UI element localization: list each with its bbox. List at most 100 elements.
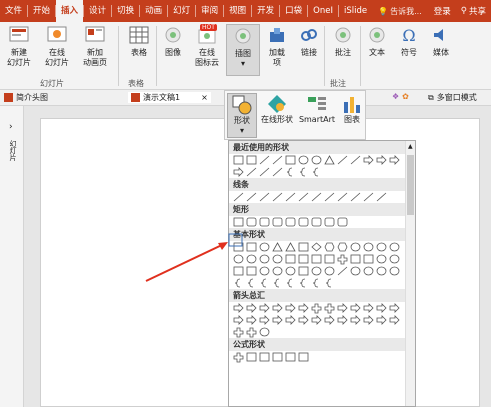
ribbon-tab-0[interactable]: 文件 — [0, 0, 27, 22]
shape-thumbnail[interactable] — [246, 192, 257, 202]
scroll-up-icon[interactable]: ▲ — [408, 143, 413, 150]
shape-thumbnail[interactable] — [246, 167, 257, 177]
shape-thumbnail[interactable] — [233, 266, 244, 276]
shape-thumbnail[interactable] — [298, 242, 309, 252]
shape-thumbnail[interactable] — [389, 242, 400, 252]
shape-thumbnail[interactable] — [325, 278, 332, 288]
shape-thumbnail[interactable] — [324, 266, 335, 276]
comment-button[interactable]: 批注 — [326, 24, 360, 58]
shape-thumbnail[interactable] — [233, 327, 244, 338]
shape-thumbnail[interactable] — [337, 303, 348, 313]
shape-thumbnail[interactable] — [259, 167, 270, 177]
shape-thumbnail[interactable] — [233, 303, 244, 313]
shape-thumbnail[interactable] — [246, 242, 257, 252]
shape-thumbnail[interactable] — [311, 155, 322, 165]
shape-thumbnail[interactable] — [233, 242, 244, 252]
shape-thumbnail[interactable] — [298, 254, 309, 264]
shape-thumbnail[interactable] — [324, 217, 335, 227]
online-slide-button[interactable]: 在线 幻灯片 — [40, 24, 74, 68]
shape-thumbnail[interactable] — [272, 303, 283, 313]
shape-thumbnail[interactable] — [246, 254, 257, 264]
doc-tab-2[interactable]: 演示文稿1 × — [128, 92, 211, 103]
shape-thumbnail[interactable] — [324, 192, 335, 202]
shape-thumbnail[interactable] — [272, 217, 283, 227]
shape-thumbnail[interactable] — [324, 242, 335, 252]
ribbon-tab-6[interactable]: 幻灯 — [168, 0, 195, 22]
shape-thumbnail[interactable] — [350, 254, 361, 264]
ribbon-tab-12[interactable]: iSlide — [339, 0, 372, 22]
shape-thumbnail[interactable] — [363, 315, 374, 325]
image-button[interactable]: 图像 — [156, 24, 190, 58]
shape-thumbnail[interactable] — [259, 192, 270, 202]
shape-thumbnail[interactable] — [376, 315, 387, 325]
shape-thumbnail[interactable] — [337, 254, 348, 265]
shape-thumbnail[interactable] — [285, 266, 296, 276]
ribbon-tab-11[interactable]: OneI — [308, 0, 338, 22]
shape-thumbnail[interactable] — [233, 254, 244, 264]
shapes-button[interactable]: 形状 ▾ — [227, 93, 257, 138]
shape-thumbnail[interactable] — [311, 266, 322, 276]
shape-thumbnail[interactable] — [233, 192, 244, 202]
shape-thumbnail[interactable] — [234, 278, 241, 288]
shape-thumbnail[interactable] — [259, 155, 270, 165]
shape-thumbnail[interactable] — [272, 315, 283, 325]
new-slide-button[interactable]: 新建 幻灯片 — [2, 24, 36, 68]
shape-thumbnail[interactable] — [376, 192, 387, 202]
shape-thumbnail[interactable] — [285, 217, 296, 227]
shape-thumbnail[interactable] — [299, 278, 306, 288]
shape-thumbnail[interactable] — [350, 155, 361, 165]
shape-thumbnail[interactable] — [311, 303, 322, 314]
ribbon-tab-8[interactable]: 视图 — [224, 0, 251, 22]
shape-thumbnail[interactable] — [337, 266, 348, 276]
online-shapes-button[interactable]: 在线形状 — [259, 93, 295, 125]
shape-thumbnail[interactable] — [246, 327, 257, 338]
shape-thumbnail[interactable] — [324, 303, 335, 314]
shape-thumbnail[interactable] — [272, 266, 283, 276]
shape-thumbnail[interactable] — [389, 266, 400, 276]
shape-thumbnail[interactable] — [350, 315, 361, 325]
shape-thumbnail[interactable] — [363, 266, 374, 276]
shape-thumbnail[interactable] — [337, 242, 348, 252]
shape-thumbnail[interactable] — [285, 242, 296, 252]
shape-thumbnail[interactable] — [233, 217, 244, 227]
shape-thumbnail[interactable] — [298, 266, 309, 276]
scroll-thumb[interactable] — [407, 155, 414, 215]
shape-thumbnail[interactable] — [311, 192, 322, 202]
shape-thumbnail[interactable] — [312, 167, 319, 177]
text-button[interactable]: 文本 — [360, 24, 394, 58]
links-button[interactable]: 链接 — [292, 24, 326, 58]
shape-thumbnail[interactable] — [286, 167, 293, 177]
shape-thumbnail[interactable] — [350, 192, 361, 202]
shape-thumbnail[interactable] — [324, 315, 335, 325]
shape-thumbnail[interactable] — [337, 315, 348, 325]
shape-thumbnail[interactable] — [233, 352, 244, 363]
shape-thumbnail[interactable] — [285, 352, 296, 362]
shape-thumbnail[interactable] — [311, 254, 322, 264]
chart-button[interactable]: 图表 — [339, 93, 365, 125]
shape-thumbnail[interactable] — [311, 242, 322, 252]
smartart-button[interactable]: SmartArt — [297, 93, 337, 125]
shape-thumbnail[interactable] — [246, 155, 257, 165]
shape-thumbnail[interactable] — [376, 266, 387, 276]
shape-thumbnail[interactable] — [298, 352, 309, 362]
shape-thumbnail[interactable] — [324, 155, 335, 165]
shape-thumbnail[interactable] — [389, 303, 400, 313]
shape-thumbnail[interactable] — [273, 278, 280, 288]
shape-thumbnail[interactable] — [337, 217, 348, 227]
shape-thumbnail[interactable] — [285, 303, 296, 313]
shape-thumbnail[interactable] — [337, 192, 348, 202]
shape-thumbnail[interactable] — [246, 266, 257, 276]
ribbon-tab-3[interactable]: 设计 — [84, 0, 111, 22]
shape-thumbnail[interactable] — [272, 192, 283, 202]
shape-thumbnail[interactable] — [272, 352, 283, 362]
ribbon-tab-5[interactable]: 动画 — [140, 0, 167, 22]
shape-thumbnail[interactable] — [272, 254, 283, 264]
shape-thumbnail[interactable] — [350, 242, 361, 252]
addins-button[interactable]: 加载 项 — [260, 24, 294, 68]
shape-thumbnail[interactable] — [299, 167, 306, 177]
shape-thumbnail[interactable] — [259, 327, 270, 337]
ribbon-tab-2[interactable]: 插入 — [56, 0, 84, 22]
shape-thumbnail[interactable] — [260, 278, 267, 288]
doc-tab-1[interactable]: 简介头图 — [4, 92, 48, 103]
ribbon-tab-4[interactable]: 切换 — [112, 0, 139, 22]
